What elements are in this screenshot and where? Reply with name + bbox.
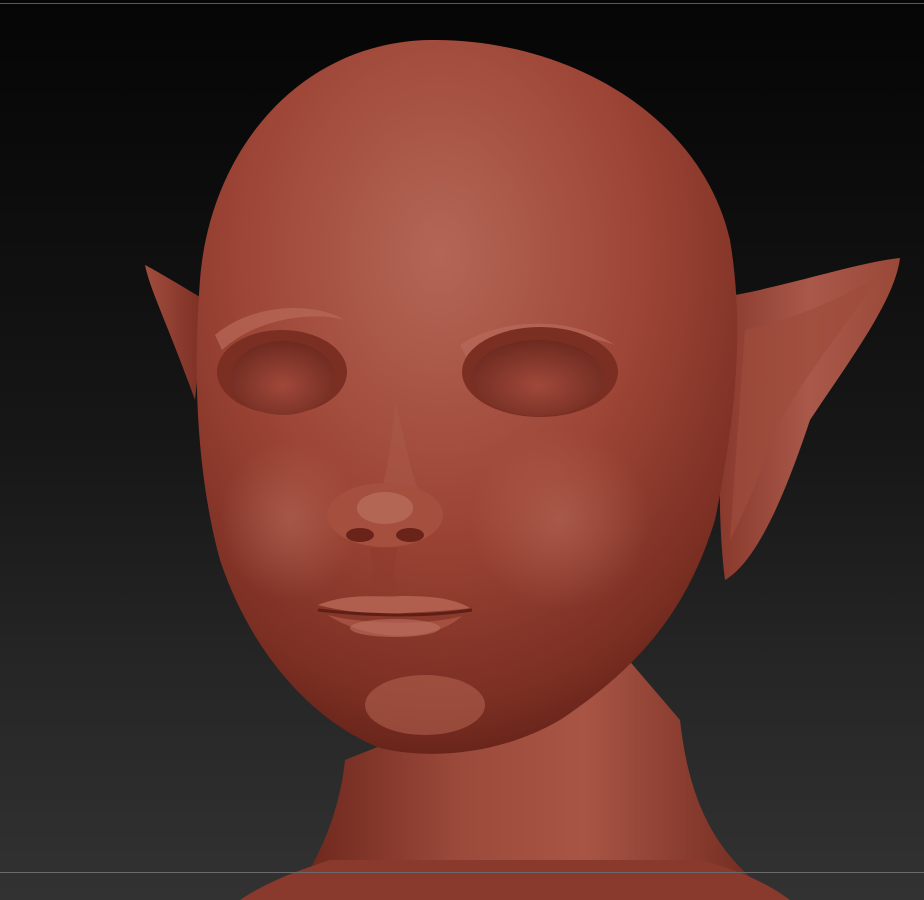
right-nostril xyxy=(396,528,424,542)
left-eyeball xyxy=(231,341,335,415)
right-eyeball xyxy=(472,340,604,416)
sculpt-viewport[interactable] xyxy=(0,0,924,900)
lower-lip-highlight xyxy=(350,619,440,637)
left-ear xyxy=(145,265,205,400)
viewport-bottom-border xyxy=(0,872,924,873)
sculpted-head-model[interactable] xyxy=(0,0,924,900)
shoulder xyxy=(240,860,790,900)
left-nostril xyxy=(346,528,374,542)
right-cheek xyxy=(470,430,650,610)
chin xyxy=(365,675,485,735)
nose-tip-highlight xyxy=(357,492,413,524)
